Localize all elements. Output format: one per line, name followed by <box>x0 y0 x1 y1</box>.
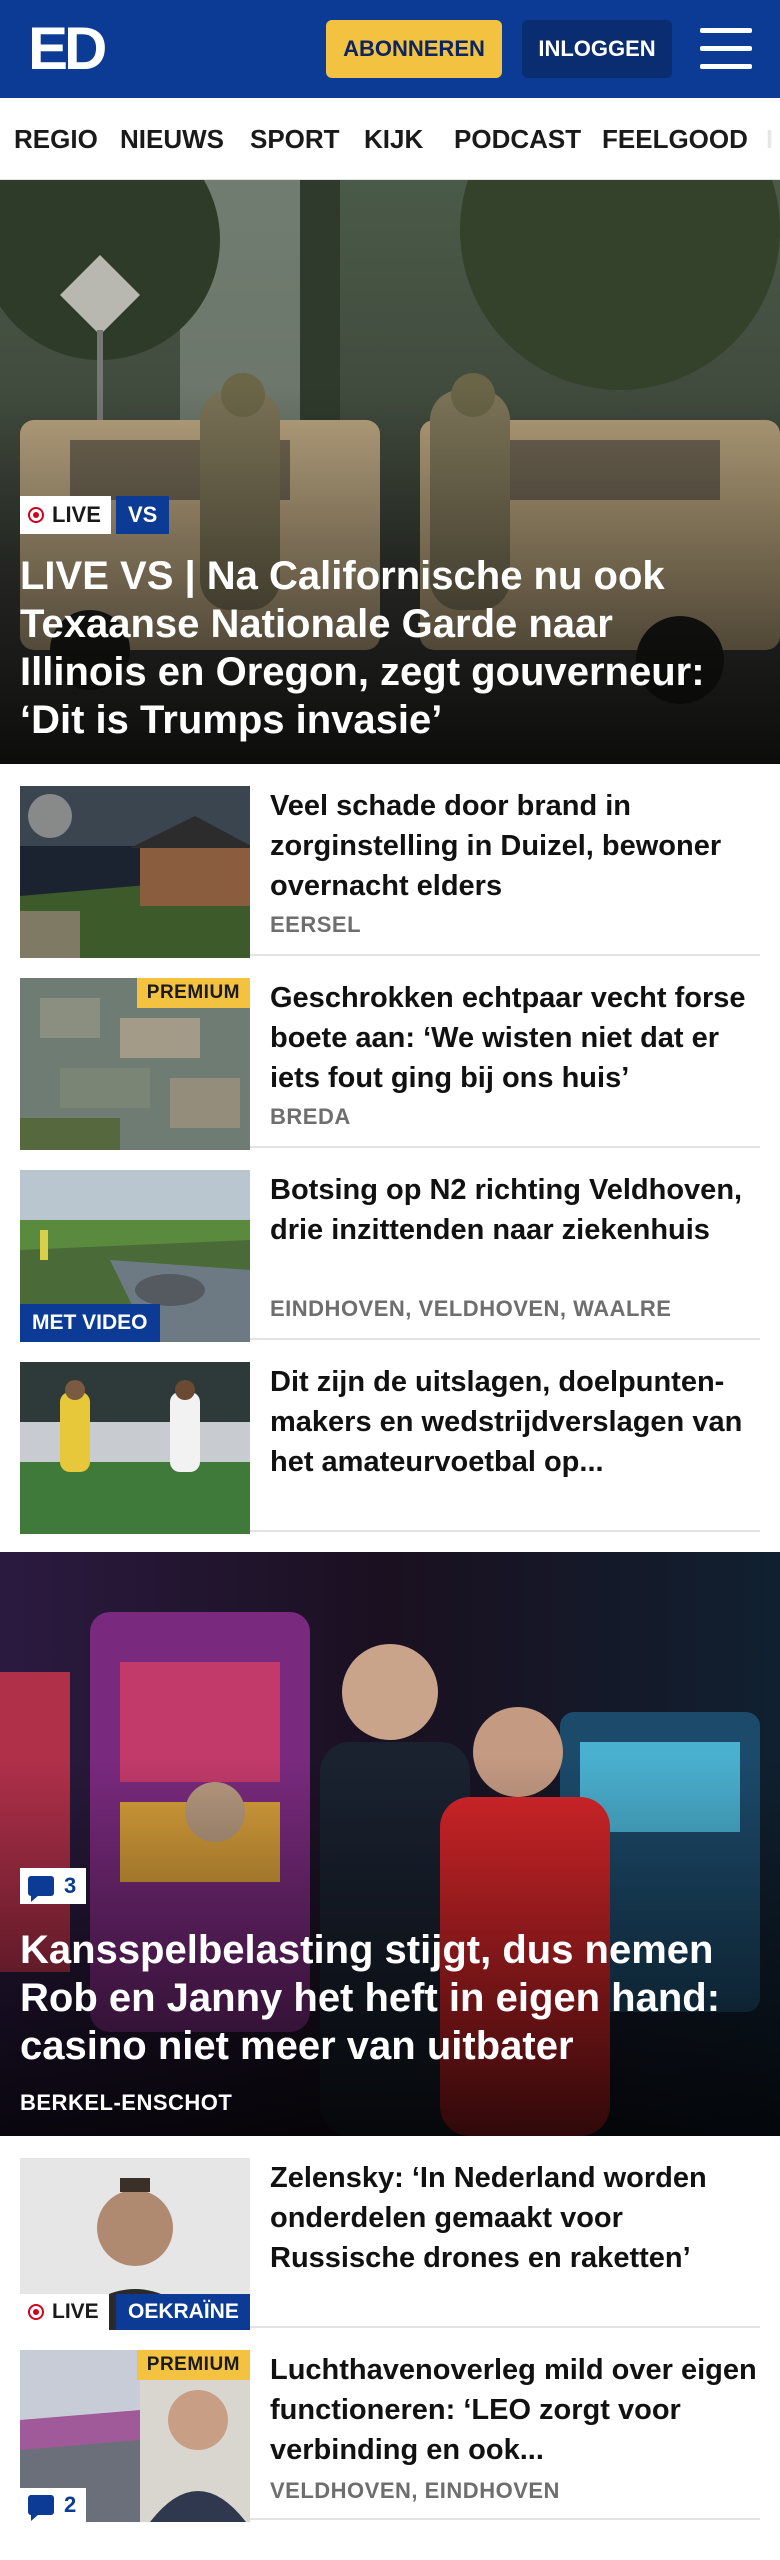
article-title[interactable]: Dit zijn de uitslagen, doelpunten-makers… <box>270 1362 760 1482</box>
comment-bubble-icon <box>28 2495 54 2521</box>
comment-count: 3 <box>64 1873 77 1898</box>
nav-item-nieuws[interactable]: NIEUWS <box>120 124 224 155</box>
live-badge-label: LIVE <box>52 2300 99 2323</box>
site-logo[interactable]: ED <box>28 19 116 79</box>
article-location: EINDHOVEN, VELDHOVEN, WAALRE <box>270 1296 672 1321</box>
feature-location: BERKEL-ENSCHOT <box>20 2090 233 2115</box>
article-thumbnail <box>20 786 250 958</box>
list-item[interactable]: Dit zijn de uitslagen, doelpunten-makers… <box>20 1340 760 1534</box>
article-thumbnail-wrap: MET VIDEO <box>20 1170 250 1342</box>
section-nav: REGIO NIEUWS SPORT KIJK PODCAST FEELGOOD… <box>0 98 780 180</box>
article-location: VELDHOVEN, EINDHOVEN <box>270 2478 560 2503</box>
hamburger-menu-icon[interactable] <box>700 28 752 70</box>
article-title[interactable]: Botsing op N2 richting Veldhoven, drie i… <box>270 1170 760 1250</box>
video-badge: MET VIDEO <box>20 1304 160 1342</box>
live-badge: LIVE <box>20 496 111 534</box>
live-dot-icon <box>28 507 44 523</box>
login-button[interactable]: INLOGGEN <box>522 20 672 78</box>
live-badge-label: LIVE <box>52 502 101 527</box>
list-item[interactable]: MET VIDEO Botsing op N2 richting Veldhov… <box>20 1148 760 1342</box>
article-thumbnail-wrap: LIVE OEKRAÏNE <box>20 2158 250 2330</box>
feature-title[interactable]: Kansspelbelasting stijgt, dus nemen Rob … <box>20 1926 750 2070</box>
article-title[interactable]: Zelensky: ‘In Nederland worden onderdele… <box>270 2158 760 2278</box>
subscribe-button[interactable]: ABONNEREN <box>326 20 502 78</box>
article-location: BREDA <box>270 1104 351 1129</box>
feature-article[interactable]: 3 Kansspelbelasting stijgt, dus nemen Ro… <box>0 1552 780 2136</box>
premium-badge: PREMIUM <box>136 978 250 1008</box>
article-title[interactable]: Veel schade door brand in zorginstelling… <box>270 786 760 906</box>
article-thumbnail-wrap: PREMIUM <box>20 978 250 1150</box>
nav-item-podcast[interactable]: PODCAST <box>454 124 581 155</box>
article-location: EERSEL <box>270 912 362 937</box>
list-item[interactable]: PREMIUM 2 Luchthavenoverleg mild over ei… <box>20 2328 760 2522</box>
comments-badge[interactable]: 2 <box>20 2488 87 2522</box>
comment-bubble-icon <box>28 1876 54 1902</box>
list-item[interactable]: Veel schade door brand in zorginstelling… <box>20 764 760 958</box>
topic-badge: OEKRAÏNE <box>116 2294 250 2330</box>
comments-badge[interactable]: 3 <box>20 1868 87 1904</box>
nav-fade <box>750 98 780 179</box>
premium-badge: PREMIUM <box>136 2350 250 2380</box>
nav-item-sport[interactable]: SPORT <box>250 124 340 155</box>
comment-count: 2 <box>64 2492 77 2517</box>
live-badge: LIVE <box>20 2294 109 2330</box>
topic-badge: VS <box>116 496 170 534</box>
list-item[interactable]: LIVE OEKRAÏNE Zelensky: ‘In Nederland wo… <box>20 2136 760 2330</box>
article-thumbnail <box>20 1362 250 1534</box>
list-item[interactable]: PREMIUM Geschrokken echtpaar vecht forse… <box>20 956 760 1150</box>
article-thumbnail-wrap: PREMIUM 2 <box>20 2350 250 2522</box>
hero-article[interactable]: LIVE VS LIVE VS | Na Californische nu oo… <box>0 180 780 764</box>
top-bar: ED ABONNEREN INLOGGEN <box>0 0 780 98</box>
live-dot-icon <box>28 2304 44 2320</box>
article-title[interactable]: Luchthavenoverleg mild over eigen functi… <box>270 2350 760 2470</box>
hero-title[interactable]: LIVE VS | Na Californische nu ook Texaan… <box>20 552 750 744</box>
nav-item-regio[interactable]: REGIO <box>14 124 98 155</box>
nav-item-feelgood[interactable]: FEELGOOD <box>602 124 748 155</box>
article-title[interactable]: Geschrokken echtpaar vecht forse boete a… <box>270 978 760 1098</box>
nav-item-kijk[interactable]: KIJK <box>364 124 423 155</box>
